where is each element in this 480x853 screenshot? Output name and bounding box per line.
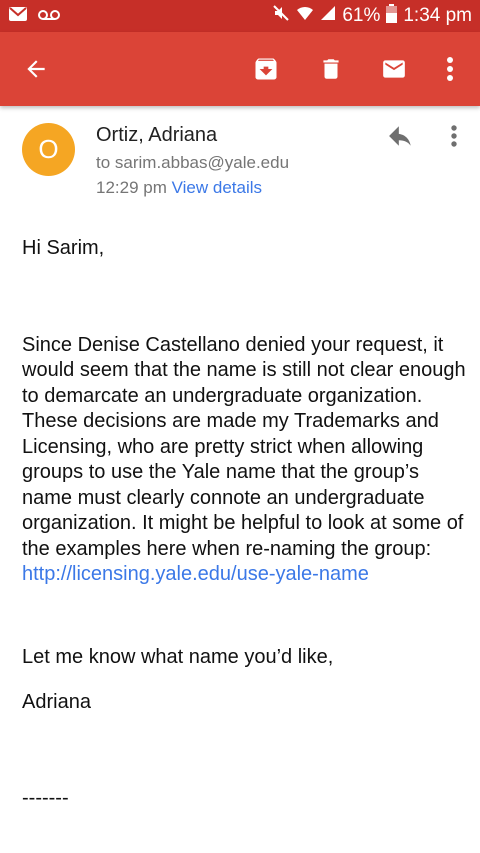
battery-percent: 61% <box>342 5 381 26</box>
back-arrow-icon[interactable] <box>16 49 56 89</box>
archive-icon[interactable] <box>246 49 286 89</box>
view-details-link[interactable]: View details <box>172 178 262 197</box>
delete-icon[interactable] <box>311 49 351 89</box>
more-vert-icon[interactable] <box>430 49 470 89</box>
battery-icon <box>386 3 398 29</box>
separator: ------- <box>22 786 69 809</box>
licensing-link[interactable]: http://licensing.yale.edu/use-yale-name <box>22 562 468 588</box>
gmail-icon <box>8 6 28 27</box>
recipient-line: to sarim.abbas@yale.edu <box>96 153 290 172</box>
sender-name: Ortiz, Adriana <box>96 124 218 146</box>
closing-line: Let me know what name you’d like, <box>22 645 334 668</box>
greeting: Hi Sarim, <box>22 237 105 259</box>
message-more-icon[interactable] <box>440 121 468 151</box>
reply-icon[interactable] <box>383 121 419 151</box>
wifi-icon <box>296 4 314 28</box>
mark-unread-icon[interactable] <box>374 49 414 89</box>
clock: 1:34 pm <box>403 5 472 26</box>
body-paragraph: Since Denise Castellano denied your requ… <box>22 333 466 560</box>
avatar[interactable]: O <box>22 123 75 176</box>
message-body: Hi Sarim, Since Denise Castellano denied… <box>22 236 468 811</box>
status-bar: 61% 1:34 pm <box>0 0 480 32</box>
time-line: 12:29 pm View details <box>96 178 262 198</box>
mute-icon <box>272 4 290 28</box>
voicemail-icon <box>38 8 60 26</box>
message-header: O Ortiz, Adriana to sarim.abbas@yale.edu… <box>0 106 480 216</box>
app-bar <box>0 32 480 106</box>
message-time: 12:29 pm <box>96 178 167 197</box>
signature: Adriana <box>22 691 91 713</box>
signal-icon <box>320 5 336 27</box>
